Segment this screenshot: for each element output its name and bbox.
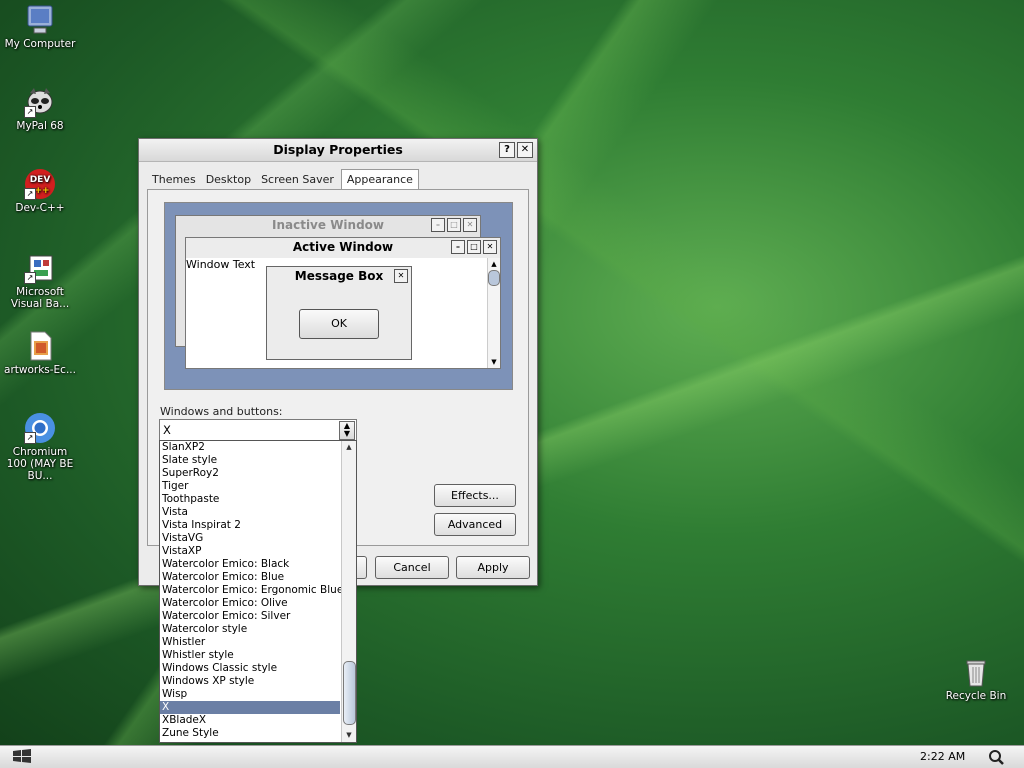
preview-ok-button: OK [299, 309, 379, 339]
preview-active-title: Active Window – □ ✕ [186, 238, 500, 256]
preview-scrollbar: ▲ ▼ [487, 258, 500, 368]
list-item-selected[interactable]: X [160, 701, 340, 714]
dialog-titlebar[interactable]: Display Properties ? ✕ [139, 139, 537, 162]
close-icon: ✕ [394, 269, 408, 283]
list-item[interactable]: Watercolor style [160, 623, 340, 636]
recycle-bin-icon [960, 656, 992, 688]
close-icon: ✕ [463, 218, 477, 232]
list-item[interactable]: Vista Inspirat 2 [160, 519, 340, 532]
taskbar-clock[interactable]: 2:22 AM [920, 746, 965, 768]
scroll-up-icon[interactable]: ▲ [342, 441, 356, 454]
scroll-up-icon: ▲ [491, 260, 497, 268]
list-item[interactable]: VistaVG [160, 532, 340, 545]
desktop-icon-label: MyPal 68 [16, 120, 64, 132]
message-box-title: Message Box ✕ [267, 267, 411, 285]
preview-active-window: Active Window – □ ✕ Window Text ▲ ▼ Messag… [185, 237, 501, 369]
advanced-button[interactable]: Advanced [434, 513, 516, 536]
tab-screen-saver[interactable]: Screen Saver [256, 170, 339, 189]
select-arrows-icon[interactable]: ▲ ▼ [339, 421, 355, 440]
desktop-icon-label: Dev-C++ [15, 202, 65, 214]
visual-basic-icon: ↗ [24, 252, 56, 284]
search-icon[interactable] [988, 749, 1004, 765]
shortcut-arrow-icon: ↗ [24, 272, 36, 284]
active-title-text: Active Window [292, 240, 394, 254]
list-item[interactable]: Vista [160, 506, 340, 519]
preview-message-box: Message Box ✕ OK [266, 266, 412, 360]
scroll-down-icon: ▼ [491, 358, 497, 366]
desktop-icon-devcpp[interactable]: DEV ++ ↗ Dev-C++ [0, 168, 80, 214]
raccoon-icon: ↗ [24, 86, 56, 118]
appearance-preview: Inactive Window – □ ✕ Active Window – □ ✕ Wi… [164, 202, 513, 390]
close-button[interactable]: ✕ [517, 142, 533, 158]
inactive-title-text: Inactive Window [271, 218, 385, 232]
windows-logo-icon [13, 749, 31, 763]
windows-buttons-label: Windows and buttons: [160, 405, 283, 418]
image-file-icon [24, 330, 56, 362]
list-item[interactable]: Whistler style [160, 649, 340, 662]
windows-buttons-select[interactable]: X ▲ ▼ [159, 419, 357, 442]
tab-strip: Themes Desktop Screen Saver Appearance [147, 169, 419, 190]
scroll-down-icon[interactable]: ▼ [342, 729, 356, 742]
tab-appearance[interactable]: Appearance [340, 169, 419, 190]
list-item[interactable]: Windows XP style [160, 675, 340, 688]
taskbar: 2:22 AM [0, 745, 1024, 768]
effects-button[interactable]: Effects... [434, 484, 516, 507]
minimize-icon: – [451, 240, 465, 254]
desktop-icon-label: Chromium 100 (MAY BE BU... [6, 446, 74, 482]
list-item[interactable]: Slate style [160, 454, 340, 467]
help-button[interactable]: ? [499, 142, 515, 158]
svg-text:DEV: DEV [30, 175, 51, 185]
maximize-icon: □ [467, 240, 481, 254]
chromium-icon: ↗ [24, 412, 56, 444]
desktop-icon-label: My Computer [4, 38, 76, 50]
tab-themes[interactable]: Themes [147, 170, 201, 189]
list-item[interactable]: Watercolor Emico: Black [160, 558, 340, 571]
close-icon: ✕ [483, 240, 497, 254]
list-item[interactable]: Toothpaste [160, 493, 340, 506]
tab-desktop[interactable]: Desktop [201, 170, 256, 189]
maximize-icon: □ [447, 218, 461, 232]
desktop-icon-label: Microsoft Visual Ba... [10, 286, 70, 310]
list-item[interactable]: Tiger [160, 480, 340, 493]
svg-text:++: ++ [34, 186, 49, 196]
desktop-icon-chromium[interactable]: ↗ Chromium 100 (MAY BE BU... [0, 412, 80, 482]
shortcut-arrow-icon: ↗ [24, 188, 36, 200]
minimize-icon: – [431, 218, 445, 232]
preview-inactive-title: Inactive Window – □ ✕ [176, 216, 480, 234]
scroll-thumb [488, 270, 500, 286]
dropdown-list: SlanXP2 Slate style SuperRoy2 Tiger Toot… [160, 441, 343, 740]
apply-button[interactable]: Apply [456, 556, 530, 579]
cancel-button[interactable]: Cancel [375, 556, 449, 579]
desktop-icon-label: artworks-Ec... [4, 364, 76, 376]
list-item[interactable]: Windows Classic style [160, 662, 340, 675]
list-item[interactable]: SlanXP2 [160, 441, 340, 454]
shortcut-arrow-icon: ↗ [24, 106, 36, 118]
shortcut-arrow-icon: ↗ [24, 432, 36, 444]
list-item[interactable]: Watercolor Emico: Blue [160, 571, 340, 584]
list-item[interactable]: Watercolor Emico: Ergonomic Blue [160, 584, 343, 597]
computer-icon [24, 4, 56, 36]
desktop-icon-artworks[interactable]: artworks-Ec... [0, 330, 80, 376]
list-item[interactable]: Watercolor Emico: Silver [160, 610, 340, 623]
start-button[interactable] [12, 748, 38, 766]
desktop-icon-label: Recycle Bin [945, 690, 1007, 702]
list-item[interactable]: Wisp [160, 688, 340, 701]
list-item[interactable]: XBladeX [160, 714, 340, 727]
list-item[interactable]: SuperRoy2 [160, 467, 340, 480]
desktop-icon-mypal[interactable]: ↗ MyPal 68 [0, 86, 80, 132]
desktop-icon-my-computer[interactable]: My Computer [0, 4, 80, 50]
windows-buttons-dropdown[interactable]: SlanXP2 Slate style SuperRoy2 Tiger Toot… [159, 440, 357, 743]
list-item[interactable]: Zune Style [160, 727, 340, 740]
scroll-thumb[interactable] [343, 661, 356, 725]
desktop-icon-recycle-bin[interactable]: Recycle Bin [936, 656, 1016, 702]
list-item[interactable]: VistaXP [160, 545, 340, 558]
desktop-icon-visual-basic[interactable]: ↗ Microsoft Visual Ba... [0, 252, 80, 310]
message-title-text: Message Box [294, 269, 384, 283]
list-item[interactable]: Watercolor Emico: Olive [160, 597, 340, 610]
dropdown-scrollbar[interactable]: ▲ ▼ [341, 441, 356, 742]
select-value: X [163, 423, 171, 437]
dialog-title: Display Properties [273, 142, 403, 157]
devcpp-icon: DEV ++ ↗ [24, 168, 56, 200]
list-item[interactable]: Whistler [160, 636, 340, 649]
